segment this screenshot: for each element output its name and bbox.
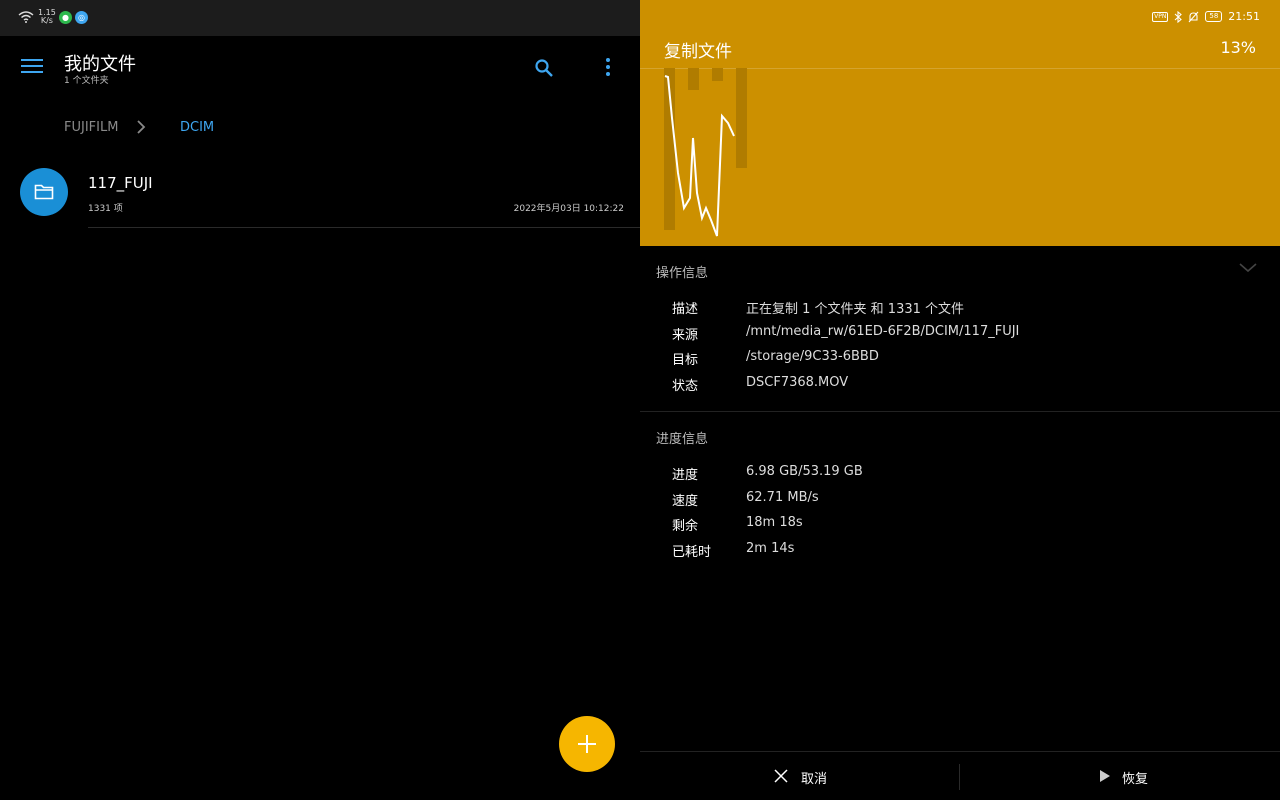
bluetooth-icon bbox=[1175, 10, 1183, 23]
progress-value-speed: 62.71 MB/s bbox=[746, 490, 819, 505]
vpn-icon: VPN bbox=[1152, 11, 1169, 22]
copy-progress-panel: VPN 58 21:51 复制文件 13% 操作信息 描述 正在复制 1 个文件… bbox=[640, 0, 1280, 800]
op-value-description: 正在复制 1 个文件夹 和 1331 个文件 bbox=[746, 302, 965, 317]
op-key-status: 状态 bbox=[672, 379, 699, 394]
action-bar: 取消 恢复 bbox=[640, 751, 1280, 800]
list-item[interactable]: 117_FUJI 1331 项 2022年5月03日 10:12:22 bbox=[0, 160, 640, 228]
divider bbox=[88, 227, 640, 228]
menu-icon[interactable] bbox=[21, 59, 43, 77]
resume-label: 恢复 bbox=[1122, 772, 1149, 787]
chevron-right-icon bbox=[137, 120, 146, 134]
notification-app-icon: ● bbox=[59, 11, 72, 24]
progress-key-remaining: 剩余 bbox=[672, 519, 699, 534]
folder-icon bbox=[20, 168, 68, 216]
op-key-description: 描述 bbox=[672, 302, 699, 317]
divider bbox=[640, 411, 1280, 412]
speed-line bbox=[664, 75, 735, 237]
progress-value-remaining: 18m 18s bbox=[746, 515, 803, 530]
graph-bar bbox=[712, 68, 723, 81]
graph-bar bbox=[688, 68, 699, 90]
progress-key-progress: 进度 bbox=[672, 468, 699, 483]
notification-app-icon-2: ◎ bbox=[75, 11, 88, 24]
resume-button[interactable]: 恢复 bbox=[960, 752, 1280, 800]
status-bar-left: 1.15 K/s ● ◎ bbox=[0, 0, 640, 36]
chevron-down-icon[interactable] bbox=[1238, 262, 1258, 274]
op-key-source: 来源 bbox=[672, 328, 699, 343]
copy-percent: 13% bbox=[1220, 38, 1256, 57]
progress-value-elapsed: 2m 14s bbox=[746, 541, 795, 556]
play-icon bbox=[1100, 770, 1110, 782]
file-name: 117_FUJI bbox=[88, 174, 153, 192]
file-item-count: 1331 项 bbox=[88, 204, 123, 214]
mute-bell-icon bbox=[1188, 11, 1199, 22]
status-bar-right: VPN 58 21:51 bbox=[1152, 10, 1260, 23]
breadcrumb-parent[interactable]: FUJIFILM bbox=[64, 120, 118, 135]
wifi-icon bbox=[18, 11, 34, 23]
more-options-icon[interactable] bbox=[605, 58, 611, 78]
operation-info-title: 操作信息 bbox=[656, 266, 709, 281]
cancel-button[interactable]: 取消 bbox=[640, 752, 960, 800]
progress-key-elapsed: 已耗时 bbox=[672, 545, 712, 560]
network-rate-unit: K/s bbox=[40, 16, 53, 25]
add-button[interactable] bbox=[559, 716, 615, 772]
op-key-target: 目标 bbox=[672, 353, 699, 368]
screen: 1.15 K/s ● ◎ 我的文件 1 个文件夹 FUJIFILM DCIM 1… bbox=[0, 0, 1280, 800]
copy-title: 复制文件 bbox=[664, 42, 732, 62]
op-value-status: DSCF7368.MOV bbox=[746, 375, 849, 390]
progress-key-speed: 速度 bbox=[672, 494, 699, 509]
op-value-source: /mnt/media_rw/61ED-6F2B/DCIM/117_FUJI bbox=[746, 324, 1020, 339]
progress-value-progress: 6.98 GB/53.19 GB bbox=[746, 464, 863, 479]
speed-graph bbox=[664, 68, 747, 237]
app-subtitle: 1 个文件夹 bbox=[64, 76, 109, 86]
progress-info-title: 进度信息 bbox=[656, 432, 709, 447]
search-icon[interactable] bbox=[534, 58, 554, 78]
op-value-target: /storage/9C33-6BBD bbox=[746, 349, 879, 364]
network-rate: 1.15 K/s bbox=[38, 9, 56, 25]
copy-header: VPN 58 21:51 复制文件 13% bbox=[640, 0, 1280, 246]
cancel-label: 取消 bbox=[801, 772, 828, 787]
breadcrumb-current[interactable]: DCIM bbox=[180, 120, 214, 135]
file-date: 2022年5月03日 10:12:22 bbox=[513, 204, 624, 214]
graph-bar bbox=[736, 68, 747, 168]
close-icon bbox=[774, 769, 788, 783]
battery-icon: 58 bbox=[1205, 11, 1223, 22]
clock: 21:51 bbox=[1228, 10, 1260, 23]
